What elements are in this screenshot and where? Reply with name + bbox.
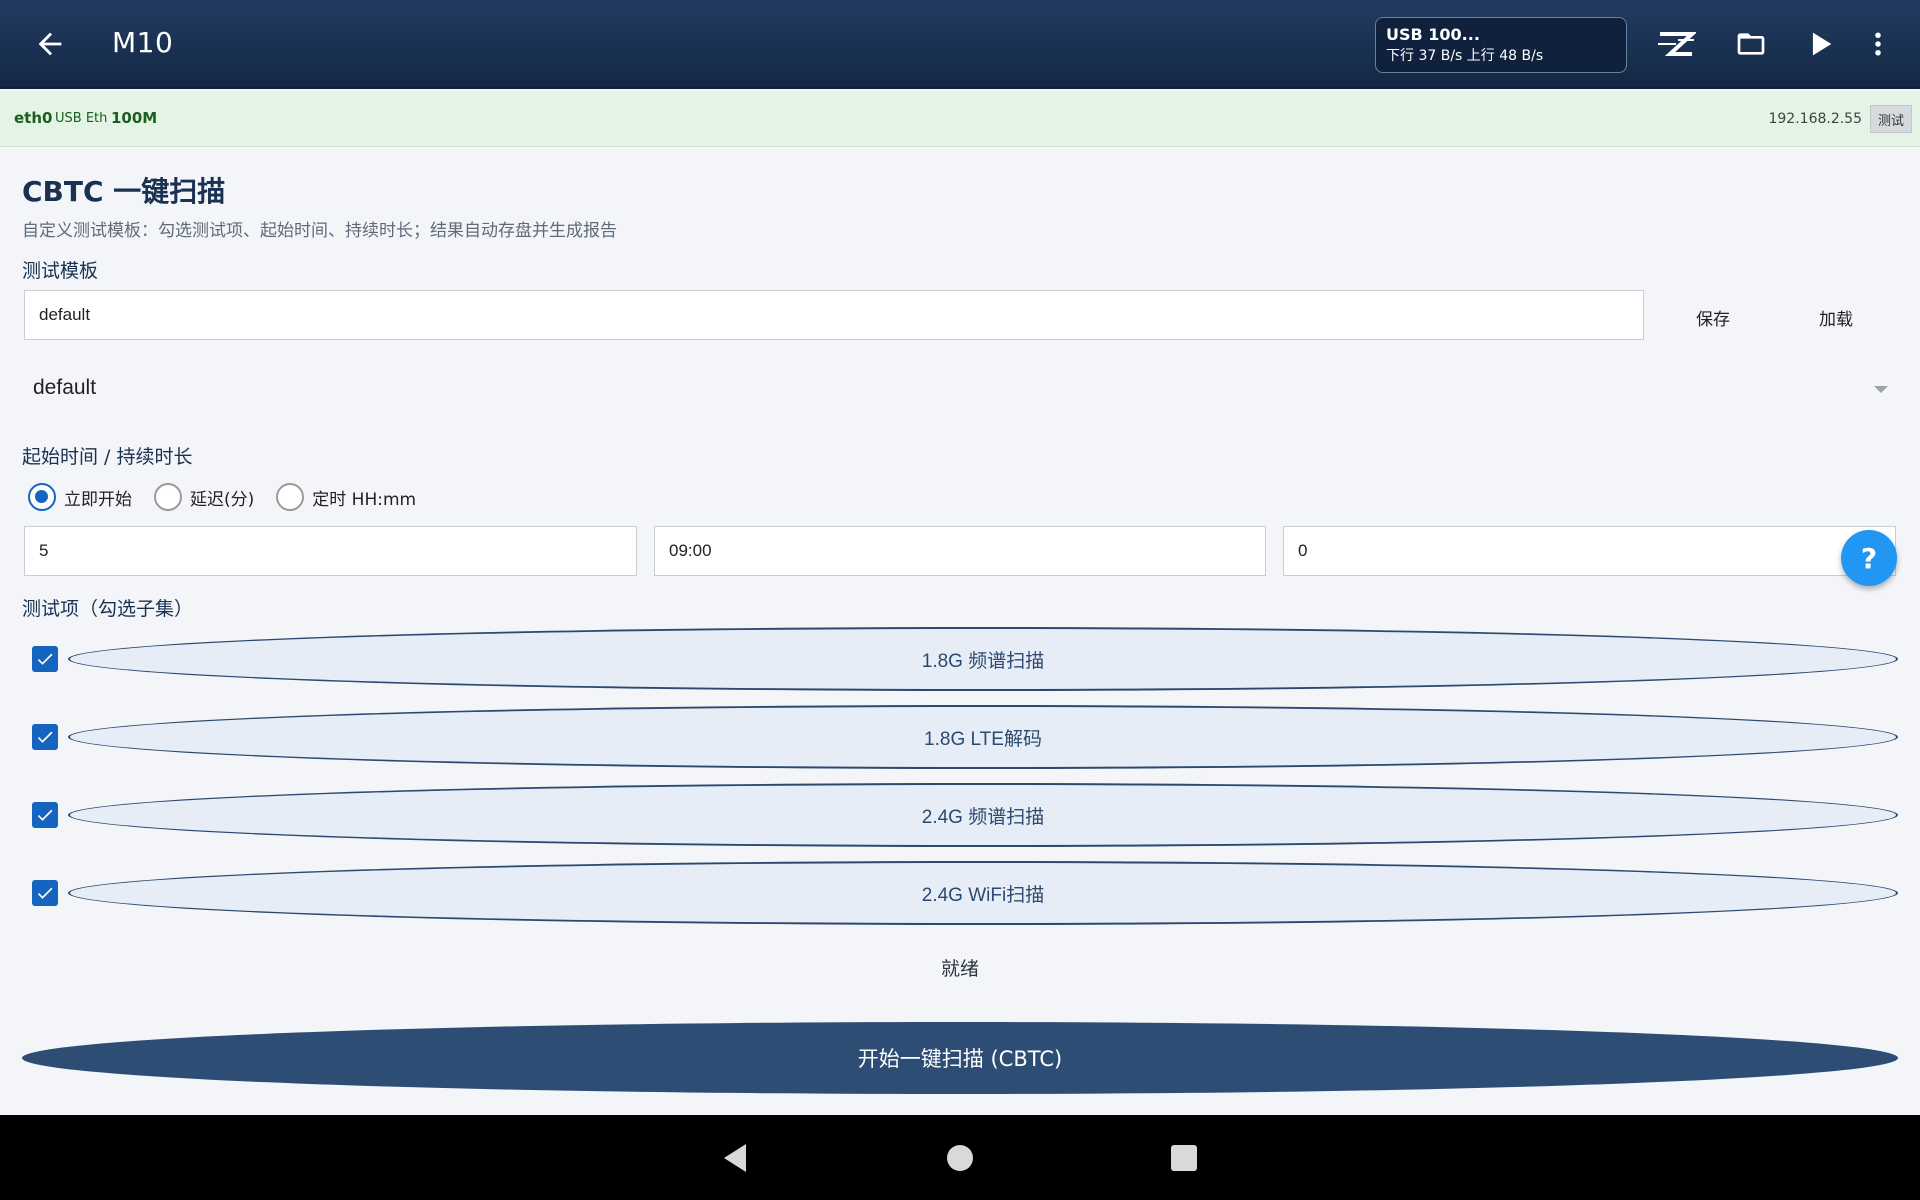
network-status-strip: eth0 USB Eth 100M 192.168.2.55 测试: [0, 91, 1920, 147]
radio-checked-icon: [28, 483, 56, 511]
test-item-row: 2.4G 频谱扫描: [30, 782, 1900, 848]
check-icon: [37, 731, 53, 743]
interface-type: USB Eth: [55, 111, 108, 126]
radio-immediate[interactable]: 立即开始: [28, 483, 132, 511]
ip-address: 192.168.2.55: [1768, 111, 1862, 127]
test-item-checkbox[interactable]: [32, 646, 58, 672]
test-item-button[interactable]: 2.4G 频谱扫描: [68, 783, 1898, 847]
test-item-checkbox[interactable]: [32, 724, 58, 750]
system-nav-bar: [0, 1115, 1920, 1200]
test-item-row: 2.4G WiFi扫描: [30, 860, 1900, 926]
app-title: M10: [112, 26, 174, 59]
template-name-field[interactable]: default: [24, 290, 1644, 340]
more-vert-icon: [1875, 32, 1881, 56]
logo-z-icon: [1658, 32, 1696, 56]
test-item-row: 1.8G 频谱扫描: [30, 626, 1900, 692]
template-select-value: default: [33, 376, 97, 399]
test-item-row: 1.8G LTE解码: [30, 704, 1900, 770]
status-text: 就绪: [940, 958, 979, 980]
tests-section-label: 测试项（勾选子集）: [22, 598, 194, 620]
logo-z-button[interactable]: [1652, 20, 1700, 68]
app-bar: M10 USB 100... 下行 37 B/s 上行 48 B/s: [0, 0, 1920, 89]
test-item-label: 1.8G LTE解码: [924, 728, 1042, 750]
start-scan-button[interactable]: 开始一键扫描 (CBTC): [22, 1022, 1898, 1094]
test-item-button[interactable]: 1.8G LTE解码: [68, 705, 1898, 769]
interface-name: eth0: [14, 109, 53, 127]
test-item-checkbox[interactable]: [32, 802, 58, 828]
test-item-label: 1.8G 频谱扫描: [921, 650, 1045, 672]
help-button[interactable]: ?: [1841, 530, 1897, 586]
template-section-label: 测试模板: [22, 260, 99, 282]
nav-recents-button[interactable]: [1161, 1135, 1207, 1181]
network-test-button[interactable]: 测试: [1870, 105, 1912, 133]
nav-recents-icon: [1171, 1145, 1197, 1171]
scheduled-time-field[interactable]: 09:00: [654, 526, 1266, 576]
check-icon: [37, 653, 53, 665]
save-template-button[interactable]: 保存: [1696, 305, 1730, 330]
nav-home-icon: [947, 1145, 973, 1171]
timing-section-label: 起始时间 / 持续时长: [22, 446, 193, 468]
usb-status-title: USB 100...: [1386, 25, 1480, 44]
more-options-button[interactable]: [1854, 20, 1902, 68]
test-item-label: 2.4G WiFi扫描: [921, 884, 1045, 906]
radio-label: 定时 HH:mm: [312, 489, 417, 510]
back-arrow-icon: [38, 32, 62, 56]
nav-back-button[interactable]: [712, 1135, 758, 1181]
back-button[interactable]: [28, 22, 72, 66]
test-item-label: 2.4G 频谱扫描: [921, 806, 1045, 828]
usb-status-box[interactable]: USB 100... 下行 37 B/s 上行 48 B/s: [1375, 17, 1627, 73]
nav-home-button[interactable]: [937, 1135, 983, 1181]
test-item-button[interactable]: 1.8G 频谱扫描: [68, 627, 1898, 691]
folder-icon: [1737, 33, 1765, 55]
page-subtitle: 自定义测试模板：勾选测试项、起始时间、持续时长；结果自动存盘并生成报告: [22, 221, 617, 241]
test-item-checkbox[interactable]: [32, 880, 58, 906]
interface-speed: 100M: [111, 109, 158, 127]
folder-button[interactable]: [1727, 20, 1775, 68]
nav-back-icon: [724, 1144, 746, 1172]
start-mode-radio-group: 立即开始 延迟(分) 定时 HH:mm: [28, 482, 438, 512]
duration-field[interactable]: 0: [1283, 526, 1896, 576]
dropdown-arrow-icon: [1874, 386, 1888, 393]
page-title: CBTC 一键扫描: [22, 175, 226, 208]
check-icon: [37, 887, 53, 899]
play-button[interactable]: [1796, 20, 1844, 68]
radio-label: 立即开始: [64, 489, 132, 510]
usb-status-rates: 下行 37 B/s 上行 48 B/s: [1386, 48, 1544, 64]
play-icon: [1812, 32, 1832, 56]
test-item-button[interactable]: 2.4G WiFi扫描: [68, 861, 1898, 925]
delay-minutes-field[interactable]: 5: [24, 526, 637, 576]
radio-unchecked-icon: [154, 483, 182, 511]
radio-label: 延迟(分): [190, 489, 255, 510]
check-icon: [37, 809, 53, 821]
start-scan-label: 开始一键扫描 (CBTC): [857, 1047, 1063, 1071]
template-select[interactable]: default: [22, 370, 1888, 412]
load-template-button[interactable]: 加载: [1819, 305, 1853, 330]
radio-delay[interactable]: 延迟(分): [154, 483, 254, 511]
radio-unchecked-icon: [276, 483, 305, 511]
radio-scheduled[interactable]: 定时 HH:mm: [276, 483, 416, 511]
